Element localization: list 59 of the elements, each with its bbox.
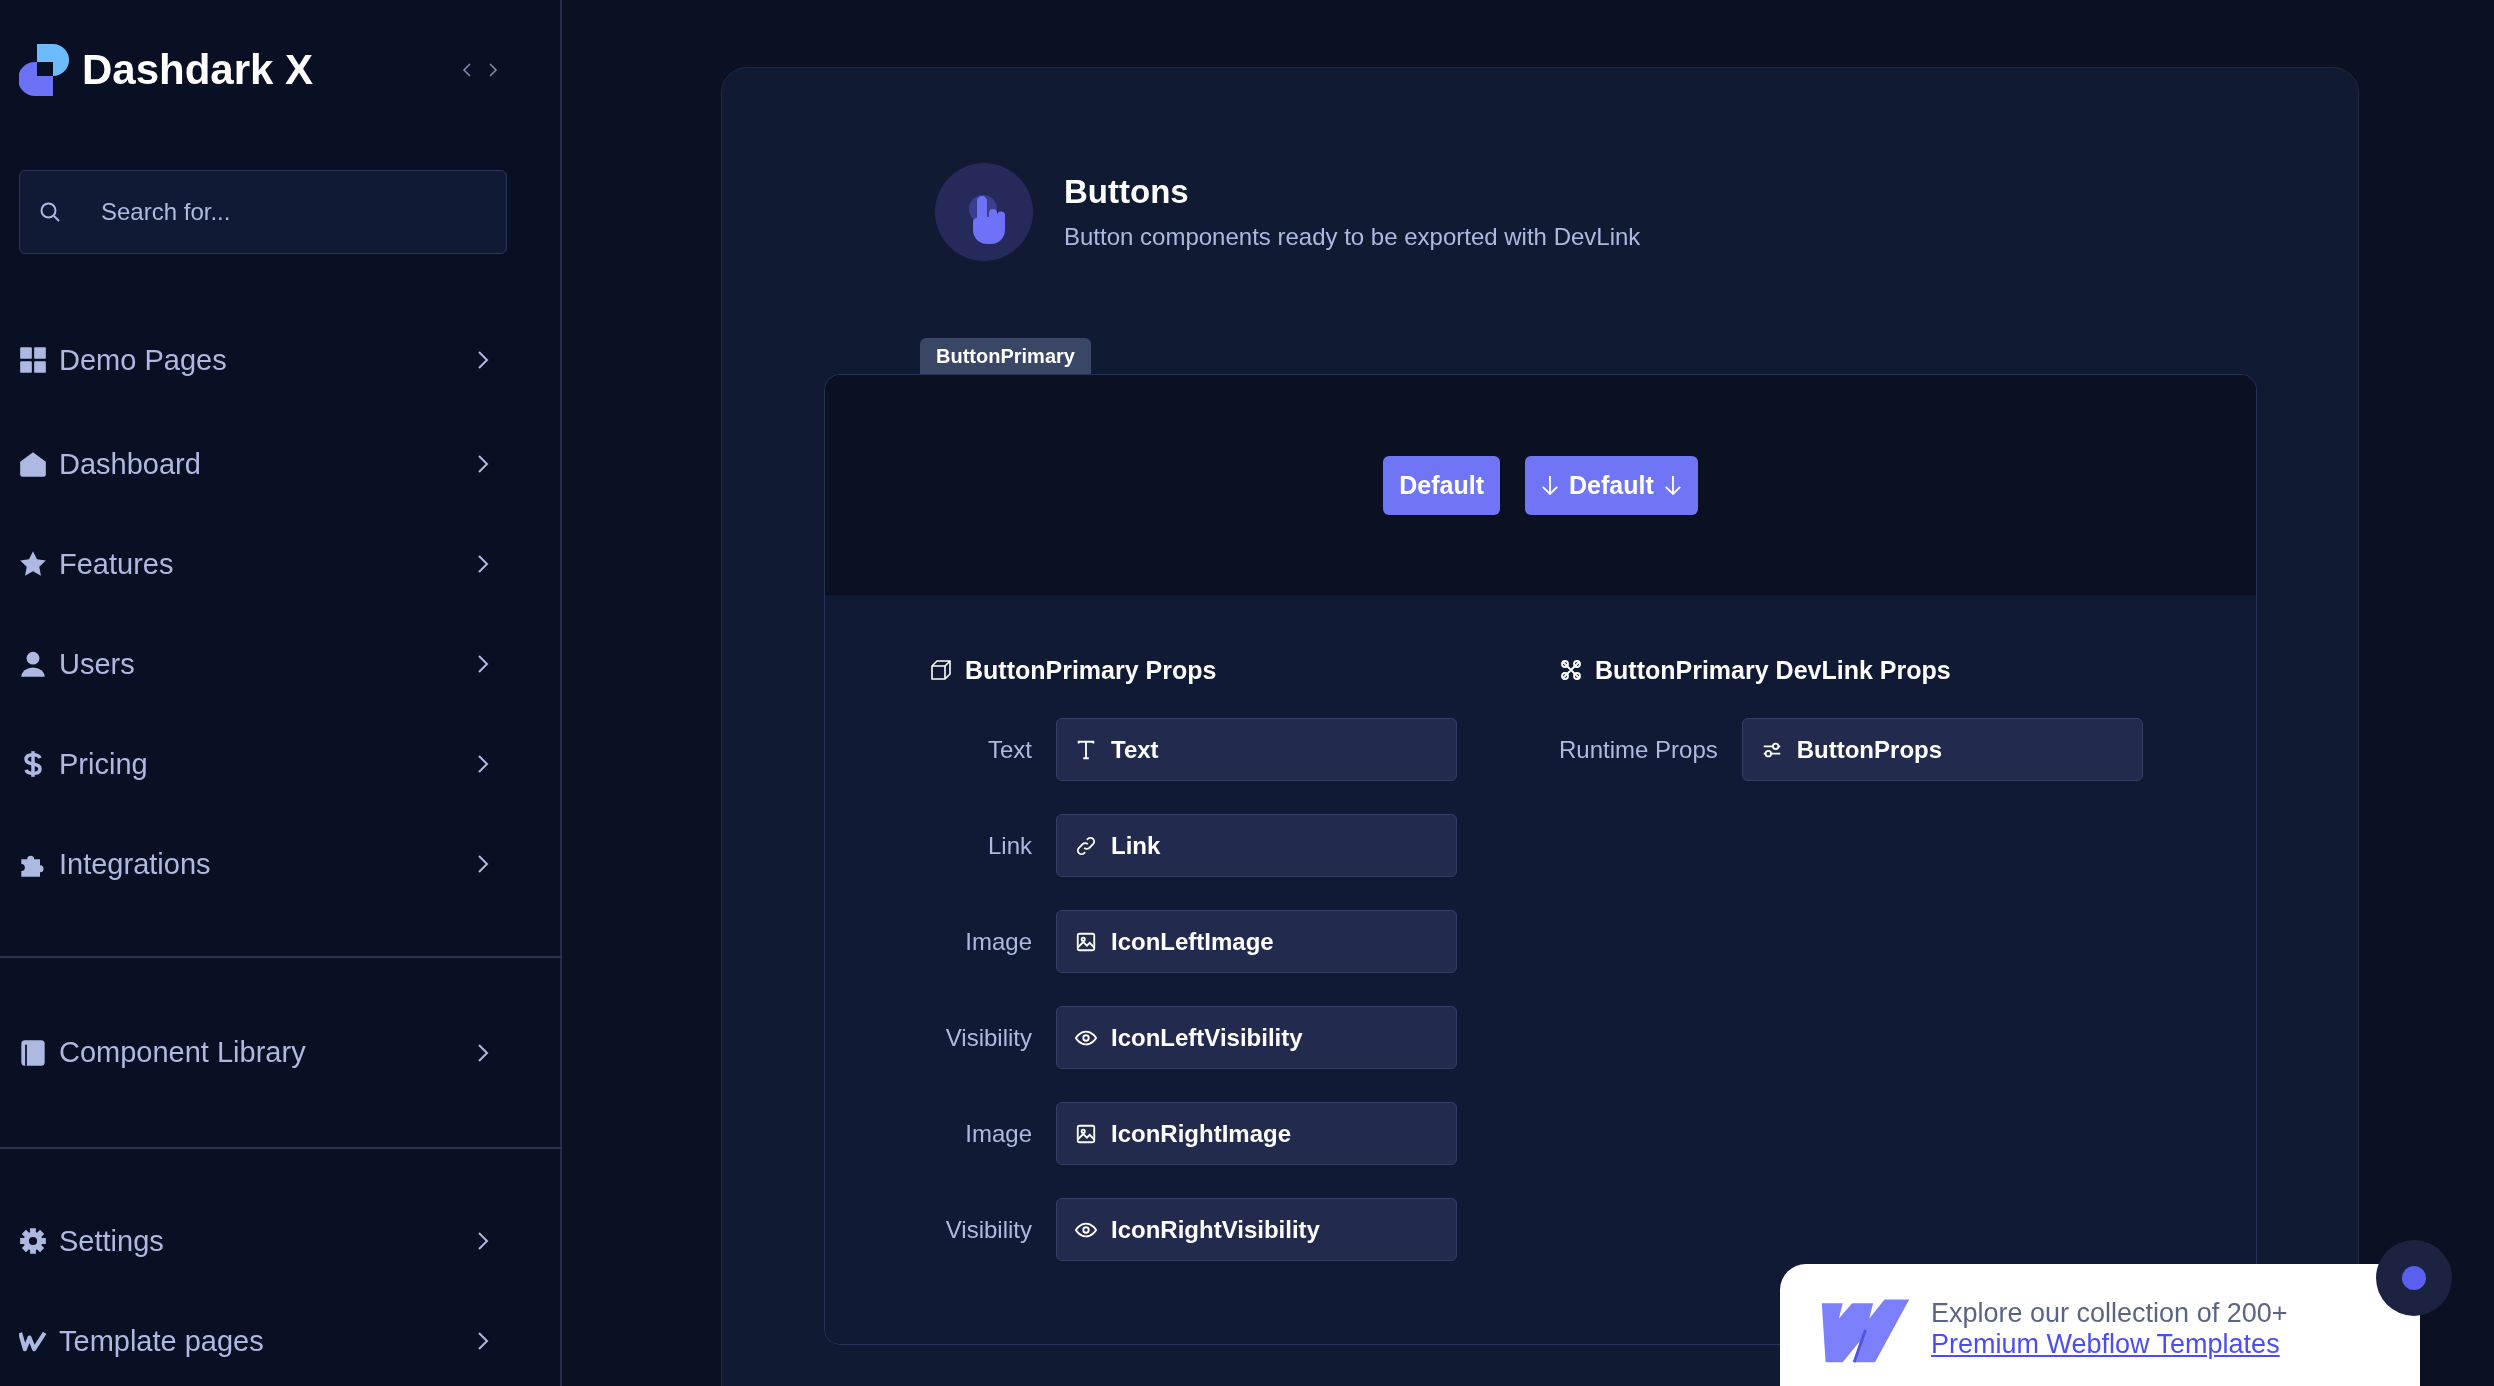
star-icon	[19, 550, 47, 578]
brand-name: Dashdark X	[82, 46, 314, 94]
chevron-right-icon	[477, 1231, 489, 1251]
arrow-down-icon	[1663, 474, 1682, 496]
nav-item[interactable]: Component Library	[19, 1000, 489, 1105]
gear-icon	[19, 1227, 47, 1255]
link-icon	[1075, 834, 1097, 857]
image-icon	[1075, 1122, 1097, 1145]
home-icon	[19, 450, 47, 478]
prop-label: Text	[987, 735, 1032, 764]
grid-icon	[19, 346, 47, 374]
nav-item[interactable]: Dashboard	[19, 414, 489, 514]
section-title: ButtonPrimary DevLink Props	[1595, 655, 1951, 685]
default-button[interactable]: Default	[1525, 455, 1698, 515]
text-icon	[1075, 738, 1097, 761]
nav-item[interactable]: Pricing	[19, 714, 489, 814]
prop-field[interactable]: IconLeftVisibility	[1056, 1006, 1457, 1069]
promo-text: Explore our collection of 200+	[1931, 1297, 2288, 1329]
arrow-down-icon	[1541, 474, 1559, 496]
section-title: ButtonPrimary Props	[965, 655, 1217, 685]
prop-label: Visibility	[944, 1215, 1032, 1244]
page-title: Buttons	[1064, 173, 1190, 211]
prop-label: Visibility	[944, 1023, 1032, 1052]
chevron-right-icon	[477, 854, 489, 874]
search-field[interactable]: Search for...	[19, 170, 507, 254]
prop-field[interactable]: Link	[1056, 814, 1457, 877]
logo-icon	[19, 44, 71, 96]
cube-icon	[929, 658, 953, 682]
chevron-right-icon	[477, 1042, 489, 1063]
nav-item[interactable]: Integrations	[19, 814, 489, 914]
prop-label: Runtime Props	[1559, 735, 1718, 764]
default-button[interactable]: Default	[1383, 455, 1500, 515]
nav-item[interactable]: Features	[19, 514, 489, 614]
chevron-right-icon	[477, 350, 489, 370]
book-icon	[19, 1038, 47, 1067]
chevron-right-icon	[477, 654, 489, 674]
nav-item[interactable]: Settings	[19, 1191, 489, 1291]
user-icon	[19, 650, 47, 678]
nav-item[interactable]: Template pages	[19, 1291, 489, 1386]
prop-label: Link	[986, 831, 1032, 860]
component-label: ButtonPrimary	[920, 338, 1091, 374]
prop-field[interactable]: IconRightVisibility	[1056, 1198, 1457, 1261]
nav-item[interactable]: Demo Pages	[19, 306, 489, 414]
image-icon	[1075, 930, 1097, 953]
prop-field[interactable]: IconLeftImage	[1056, 910, 1457, 973]
chevron-right-icon	[477, 554, 489, 574]
chevron-right-icon	[477, 1331, 489, 1351]
promo-link[interactable]: Premium Webflow Templates	[1931, 1329, 2288, 1361]
page-subtitle: Button components ready to be exported with DevLink	[1064, 223, 1641, 251]
chevrons-icon[interactable]	[462, 62, 498, 78]
chevron-right-icon	[477, 454, 489, 474]
chevron-right-icon	[477, 754, 489, 774]
nav-item[interactable]: Users	[19, 614, 489, 714]
prop-label: Image	[964, 927, 1032, 956]
prop-field[interactable]: ButtonProps	[1741, 718, 2143, 781]
prop-field[interactable]: Text	[1056, 718, 1457, 781]
pointer-hand-icon	[935, 163, 1033, 261]
prop-label: Image	[964, 1119, 1032, 1148]
prop-field[interactable]: IconRightImage	[1056, 1102, 1457, 1165]
